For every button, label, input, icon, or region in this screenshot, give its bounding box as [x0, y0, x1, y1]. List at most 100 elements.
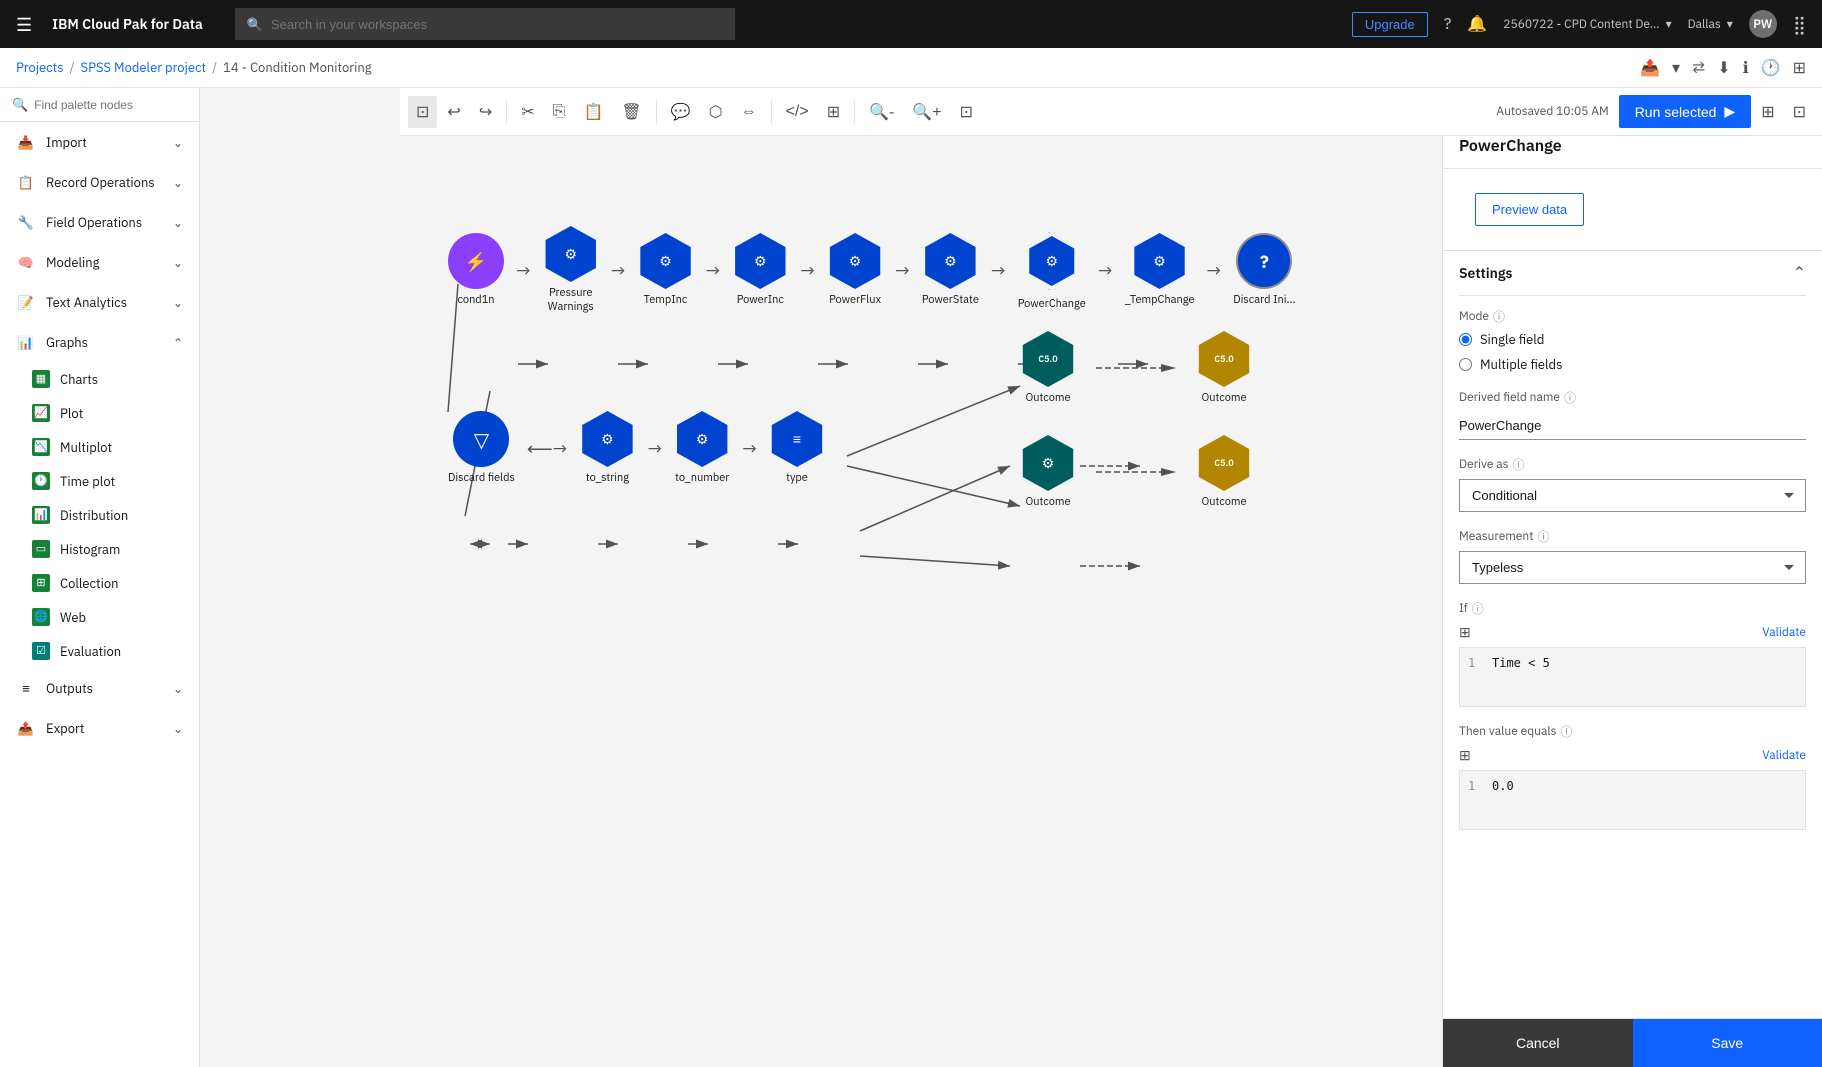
then-table-icon[interactable]: ⊞ [1459, 746, 1471, 764]
chevron-icon[interactable]: ▾ [1727, 17, 1733, 32]
sidebar-item-charts[interactable]: ▦ Charts [0, 362, 199, 396]
undo-button[interactable]: ↩ [439, 96, 468, 128]
sidebar-item-text-analytics[interactable]: 📝 Text Analytics [0, 282, 199, 322]
node-powerflux[interactable]: ⚙ PowerFlux [827, 233, 883, 307]
zoom-out-button[interactable]: 🔍- [861, 96, 902, 128]
then-validate-link[interactable]: Validate [1762, 748, 1806, 763]
derive-as-info-icon[interactable]: ⓘ [1513, 456, 1525, 473]
notification-icon[interactable]: 🔔 [1467, 14, 1487, 34]
fit-button[interactable]: ⊡ [952, 96, 981, 128]
redo-button[interactable]: ↪ [471, 96, 500, 128]
upgrade-button[interactable]: Upgrade [1352, 12, 1428, 37]
node-cond1n[interactable]: ⚡ cond1n [448, 233, 504, 307]
grid-icon[interactable]: ⊞ [1793, 58, 1806, 78]
node-discard-fields[interactable]: ▽ Discard fields [448, 411, 515, 485]
sidebar-search[interactable]: 🔍 [0, 88, 199, 122]
derived-field-input[interactable] [1459, 412, 1806, 440]
chevron-icon[interactable]: ▾ [1666, 17, 1672, 32]
node-tempchange[interactable]: ⚙ _TempChange [1125, 233, 1195, 307]
node-type[interactable]: ≡ type [769, 411, 825, 485]
sidebar-item-export[interactable]: 📤 Export [0, 708, 199, 748]
share-icon[interactable]: ⇄ [1692, 58, 1705, 78]
derived-field-info-icon[interactable]: ⓘ [1564, 389, 1576, 406]
node-pressure-warnings[interactable]: ⚙ PressureWarnings [543, 226, 599, 314]
node-discard-ini[interactable]: ? Discard Ini... [1233, 233, 1295, 307]
settings-collapse-icon[interactable]: ⌃ [1793, 263, 1806, 283]
outcome-gold-1[interactable]: C5.0 Outcome [1196, 331, 1252, 405]
sidebar-item-field-operations[interactable]: 🔧 Field Operations [0, 202, 199, 242]
layout-button[interactable]: ⇔ [733, 97, 765, 127]
info-icon[interactable]: ℹ [1743, 58, 1749, 78]
sidebar-item-import[interactable]: 📥 Import [0, 122, 199, 162]
sidebar-item-record-operations[interactable]: 📋 Record Operations [0, 162, 199, 202]
canvas[interactable]: ⚡ cond1n → ⚙ PressureWarnings → ⚙ [400, 136, 1442, 1067]
mode-info-icon[interactable]: ⓘ [1493, 308, 1505, 325]
sep [506, 100, 507, 124]
cut-button[interactable]: ✂ [513, 96, 542, 128]
sidebar-item-multiplot[interactable]: 📉 Multiplot [0, 430, 199, 464]
apps-icon[interactable]: ⣿ [1793, 13, 1806, 36]
mode-single-radio[interactable] [1459, 333, 1472, 346]
download-icon[interactable]: ⬇ [1717, 58, 1730, 78]
preview-data-button[interactable]: Preview data [1475, 193, 1584, 226]
outcome-teal-2[interactable]: ⚙ Outcome [1020, 435, 1076, 509]
save-button[interactable]: Save [1633, 1019, 1822, 1067]
sep1: / [70, 59, 75, 76]
derive-as-select[interactable]: Conditional [1459, 479, 1806, 512]
node-to-string[interactable]: ⚙ to_string [579, 411, 635, 485]
search-input[interactable] [271, 17, 723, 32]
mode-multiple-fields[interactable]: Multiple fields [1459, 356, 1806, 373]
if-table-icon[interactable]: ⊞ [1459, 623, 1471, 641]
then-code-editor[interactable]: 1 0.0 [1459, 770, 1806, 830]
sidebar-item-evaluation[interactable]: ☑ Evaluation [0, 634, 199, 668]
mode-single-field[interactable]: Single field [1459, 331, 1806, 348]
run-selected-button[interactable]: Run selected ▶ [1619, 95, 1752, 128]
measurement-select[interactable]: Typeless [1459, 551, 1806, 584]
sidebar-item-collection[interactable]: ⊞ Collection [0, 566, 199, 600]
node-tempinc[interactable]: ⚙ TempInc [638, 233, 694, 307]
history-icon[interactable]: 🕐 [1761, 58, 1781, 78]
sidebar-item-plot[interactable]: 📈 Plot [0, 396, 199, 430]
if-code-editor[interactable]: 1 Time < 5 [1459, 647, 1806, 707]
if-info-icon[interactable]: ⓘ [1472, 600, 1484, 617]
sidebar-item-histogram[interactable]: ▭ Histogram [0, 532, 199, 566]
sidebar-item-outputs[interactable]: ≡ Outputs [0, 668, 199, 708]
node-powerstate[interactable]: ⚙ PowerState [922, 233, 979, 307]
palette-search-input[interactable] [34, 98, 189, 112]
then-info-icon[interactable]: ⓘ [1561, 723, 1573, 740]
mode-multiple-radio[interactable] [1459, 358, 1472, 371]
sidebar-item-time-plot[interactable]: 🕐 Time plot [0, 464, 199, 498]
node-powerchange[interactable]: ⚙ PowerChange [1018, 229, 1086, 311]
sidebar-item-modeling[interactable]: 🧠 Modeling [0, 242, 199, 282]
outcome-teal-1[interactable]: C5.0 Outcome [1020, 331, 1076, 405]
stop-button[interactable]: ⊡ [1785, 96, 1814, 128]
menu-icon[interactable]: ☰ [16, 13, 32, 36]
zoom-in-button[interactable]: 🔍+ [904, 96, 949, 128]
run-options-button[interactable]: ⊞ [1753, 96, 1782, 128]
delete-button[interactable]: 🗑 [613, 96, 649, 128]
paste-button[interactable]: 📋 [575, 96, 611, 128]
copy-button[interactable]: ⎘ [545, 97, 574, 127]
code-button[interactable]: </> [778, 97, 817, 127]
palette-toggle-button[interactable]: ⊡ [408, 96, 437, 128]
projects-link[interactable]: Projects [16, 59, 64, 76]
measurement-info-icon[interactable]: ⓘ [1537, 528, 1549, 545]
if-validate-link[interactable]: Validate [1762, 625, 1806, 640]
publish-icon[interactable]: 📤 [1640, 58, 1660, 78]
project-link[interactable]: SPSS Modeler project [81, 59, 207, 76]
node-to-number[interactable]: ⚙ to_number [674, 411, 730, 485]
table-button[interactable]: ⊞ [819, 96, 848, 128]
comment-button[interactable]: 💬 [663, 96, 699, 128]
arrow1: → [516, 259, 531, 282]
sidebar-item-distribution[interactable]: 📊 Distribution [0, 498, 199, 532]
sidebar-item-graphs[interactable]: 📊 Graphs [0, 322, 199, 362]
dashed-arrow-svg-1 [1096, 358, 1176, 378]
outcome-gold-2[interactable]: C5.0 Outcome [1196, 435, 1252, 509]
help-icon[interactable]: ? [1444, 14, 1452, 34]
sidebar-item-web[interactable]: 🌐 Web [0, 600, 199, 634]
expand-button[interactable]: ⬡ [701, 96, 731, 128]
chevron-icon[interactable]: ▾ [1672, 58, 1680, 78]
cancel-button[interactable]: Cancel [1443, 1019, 1633, 1067]
node-powerinc[interactable]: ⚙ PowerInc [732, 233, 788, 307]
global-search[interactable]: 🔍 [235, 8, 735, 40]
